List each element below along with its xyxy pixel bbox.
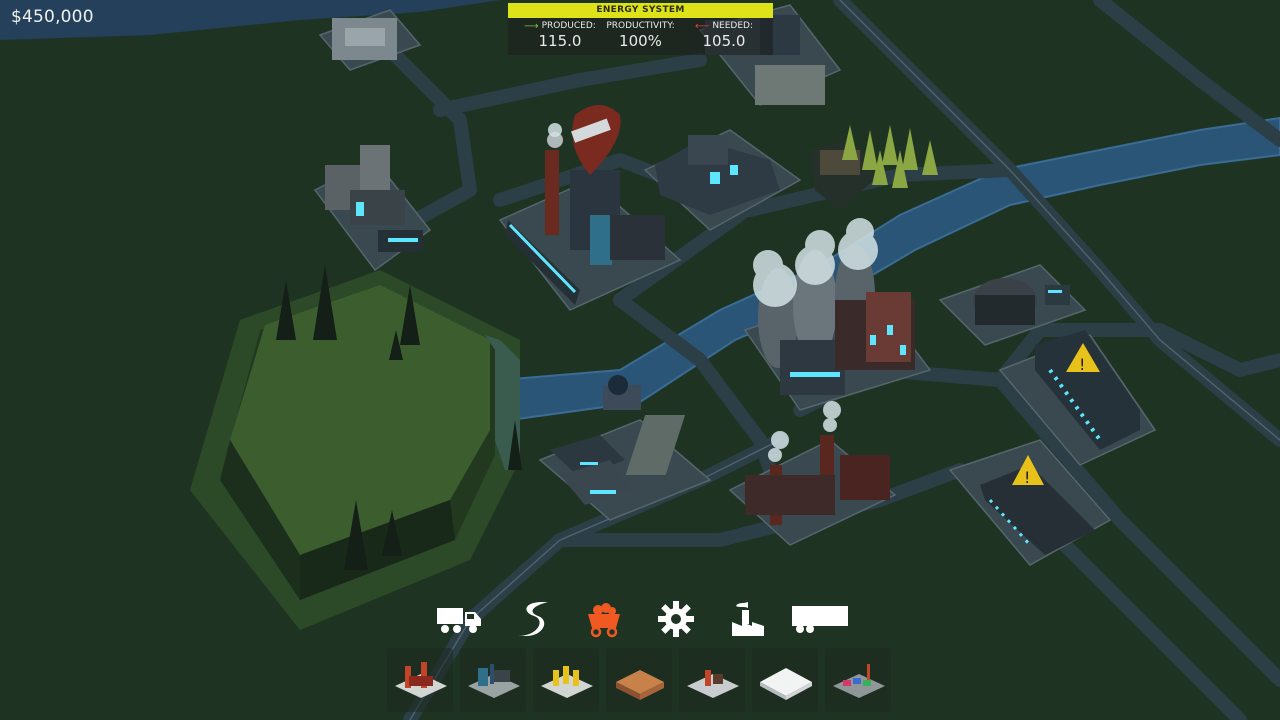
road-icon (518, 602, 548, 636)
top-left-depot (332, 18, 397, 60)
mine-cart-icon (588, 603, 620, 638)
needed-value: 105.0 (702, 32, 746, 50)
productivity-value: 100% (619, 32, 662, 50)
production-category-button[interactable] (646, 596, 706, 642)
cargo-depot-icon (833, 664, 885, 698)
arrow-right-icon: ⟶ (524, 20, 539, 32)
svg-text:!: ! (1024, 468, 1030, 487)
build-cargo-depot-button[interactable] (825, 648, 891, 712)
build-generators-button[interactable] (533, 648, 599, 712)
truck-icon (437, 608, 481, 633)
yellow-generators-icon (541, 666, 593, 698)
build-red-factory-button[interactable] (387, 648, 453, 712)
needed-stat: ⟵ NEEDED: 105.0 (694, 21, 754, 50)
productivity-stat: PRODUCTIVITY: 100% (606, 21, 675, 50)
trucks-category-button[interactable] (430, 596, 490, 642)
build-warehouse-button[interactable] (752, 648, 818, 712)
svg-text:!: ! (1079, 355, 1085, 374)
blue-machinery-icon (468, 664, 520, 698)
red-factory-icon (395, 662, 447, 698)
money-display: $450,000 (11, 7, 94, 27)
factory-icon (732, 602, 764, 636)
trailer-icon (792, 606, 848, 633)
build-machinery-button[interactable] (460, 648, 526, 712)
arrow-left-icon: ⟵ (694, 20, 710, 32)
productivity-label: PRODUCTIVITY: (606, 21, 675, 31)
roads-category-button[interactable] (502, 596, 562, 642)
building-toolbar (387, 648, 893, 712)
needed-label: NEEDED: (712, 21, 754, 31)
small-plant-icon (687, 670, 739, 698)
produced-label: PRODUCED: (541, 21, 596, 31)
energy-system-panel: ENERGY SYSTEM ⟶ PRODUCED: 115.0 PRODUCTI… (508, 3, 773, 55)
produced-stat: ⟶ PRODUCED: 115.0 (524, 21, 596, 50)
produced-value: 115.0 (538, 32, 582, 50)
build-small-plant-button[interactable] (679, 648, 745, 712)
mining-category-button[interactable] (574, 596, 634, 642)
category-toolbar (430, 596, 860, 642)
gear-icon (658, 601, 694, 637)
logistics-category-button[interactable] (790, 596, 850, 642)
white-warehouse-icon (760, 668, 812, 700)
wooden-crate-icon (616, 670, 664, 700)
build-storage-button[interactable] (606, 648, 672, 712)
energy-system-title: ENERGY SYSTEM (508, 3, 773, 18)
factories-category-button[interactable] (718, 596, 778, 642)
